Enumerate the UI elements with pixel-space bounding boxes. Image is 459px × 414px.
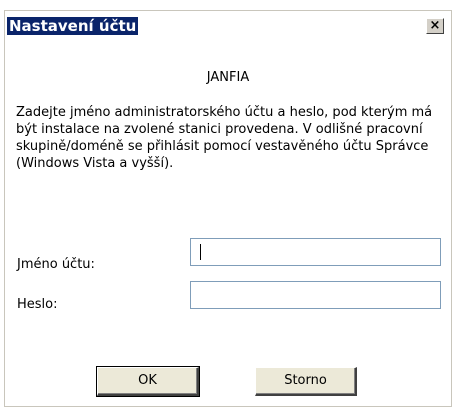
dialog-frame: Nastavení účtu × JANFIA Zadejte jméno ad… [4, 10, 452, 407]
cancel-button[interactable]: Storno [255, 367, 357, 396]
text-caret [200, 244, 201, 260]
username-label: Jméno účtu: [17, 257, 95, 272]
title-bar[interactable]: Nastavení účtu × [5, 11, 451, 41]
username-input[interactable] [190, 238, 441, 266]
company-name: JANFIA [206, 70, 250, 85]
close-button[interactable]: × [426, 18, 444, 34]
dialog-window: Nastavení účtu × JANFIA Zadejte jméno ad… [0, 0, 459, 414]
instructions-text: Zadejte jméno administratorského účtu a … [16, 105, 433, 171]
password-input[interactable] [190, 281, 441, 309]
close-icon: × [429, 18, 441, 33]
password-label: Heslo: [17, 297, 58, 312]
ok-button[interactable]: OK [96, 366, 200, 397]
window-title: Nastavení účtu [7, 17, 139, 35]
